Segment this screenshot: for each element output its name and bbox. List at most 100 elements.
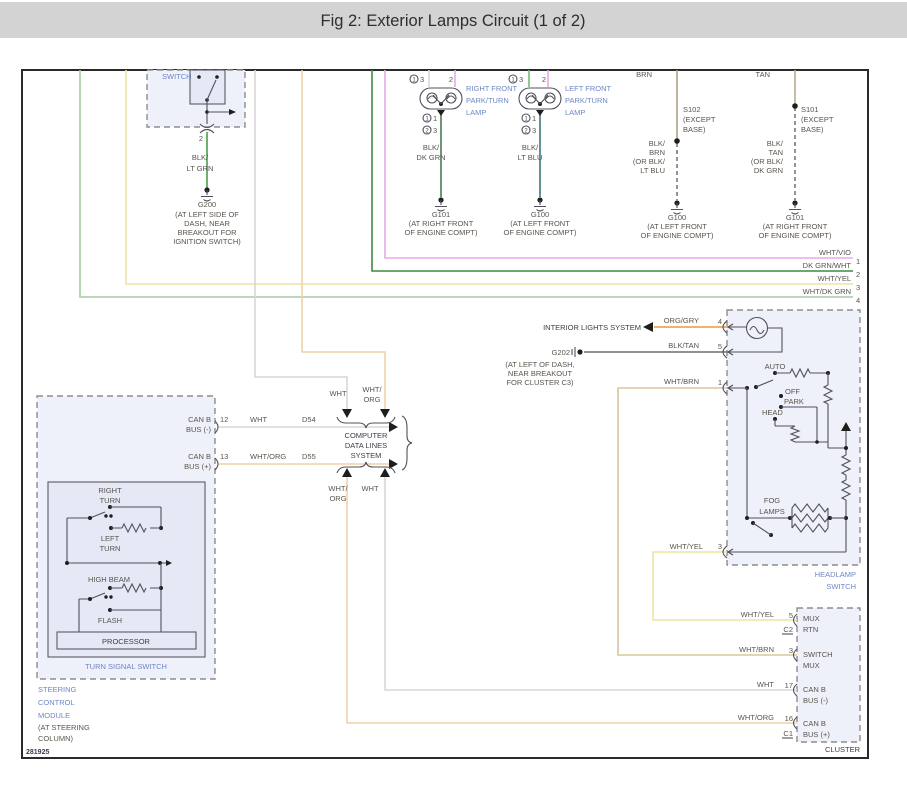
pin-number: 17 [785,681,793,690]
ground-location: OF ENGINE COMPT) [504,228,577,237]
ground-name: G100 [668,213,686,222]
system-label: COMPUTER [345,431,389,440]
wire-label: ORG [363,395,380,404]
ground-location: DASH, NEAR [184,219,230,228]
wire-label: (OR BLK/ [751,157,784,166]
pin-number: 1 [532,114,536,123]
pin-number: 13 [220,452,228,461]
wire-label: DK GRN [416,153,445,162]
wire-label: WHT [361,484,378,493]
switch-position: TURN [100,544,121,553]
wire-label: LT GRN [187,164,214,173]
ignition-switch-label: SWITCH [162,72,192,81]
module-location: COLUMN) [38,734,74,743]
system-label: INTERIOR LIGHTS SYSTEM [543,323,641,332]
pin-number: 5 [718,342,722,351]
lamp-name: LEFT FRONT [565,84,612,93]
wire-label: BRN [649,148,665,157]
wire-label: WHT/BRN [664,377,699,386]
wire-label: WHT/ [328,484,348,493]
terminal-label: D54 [302,415,316,424]
splice-note: BASE) [801,125,824,134]
wire-label: TAN [769,148,783,157]
ground-location: (AT RIGHT FRONT [763,222,828,231]
ground-location: OF ENGINE COMPT) [405,228,478,237]
wire-label: DK GRN [754,166,783,175]
ignition-pin: 2 [199,134,203,143]
splice-note: BASE) [683,125,706,134]
wire-label: (OR BLK/ [633,157,666,166]
switch-position-head: HEAD [762,408,783,417]
wire-label: ORG [329,494,346,503]
connector-label: C2 [783,625,793,634]
pin-number: 1 [433,114,437,123]
fog-lamps-label: FOG [764,496,780,505]
figure-number: 281925 [26,749,49,756]
port-label: SWITCH [803,650,833,659]
bus-number: 2 [856,270,860,279]
switch-position: RIGHT [98,486,122,495]
fog-lamps-label: LAMPS [759,507,784,516]
ground-location: (AT LEFT OF DASH, [505,360,574,369]
splice-note: (EXCEPT [683,115,716,124]
pin-number: 4 [718,317,722,326]
terminal-label: D55 [302,452,316,461]
bus-number: 4 [856,296,860,305]
port-label: MUX [803,614,820,623]
ground-location: OF ENGINE COMPT) [641,231,714,240]
ground-name: G101 [432,210,450,219]
pin-number: 1 [718,378,722,387]
wire-label: BLK/ [522,143,539,152]
switch-position: LEFT [101,534,120,543]
splice-dot [792,103,798,109]
ground-name: G200 [198,200,216,209]
turn-signal-switch-box [47,481,206,658]
wire-label: WHT/ [362,385,382,394]
splice-note: (EXCEPT [801,115,834,124]
module-name: SWITCH [826,582,856,591]
wire-label: WHT/YEL [741,610,774,619]
wire-label: LT BLU [640,166,665,175]
wire-label: ORG/GRY [664,316,699,325]
port-label: BUS (+) [803,730,830,739]
switch-position-auto: AUTO [765,362,786,371]
pin-number: 3 [420,75,424,84]
splice-name: S101 [801,105,819,114]
port-label: CAN B [188,415,211,424]
connector-label: C1 [783,729,793,738]
pin-number: 5 [789,611,793,620]
ground-location: IGNITION SWITCH) [173,237,241,246]
system-label: SYSTEM [351,451,382,460]
lamp-name: PARK/TURN [565,96,608,105]
ground-location: (AT RIGHT FRONT [409,219,474,228]
module-name: CLUSTER [825,745,861,754]
switch-position-park: PARK [784,397,804,406]
pin-number: 3 [519,75,523,84]
pin-number: 3 [718,542,722,551]
pin-number: 12 [220,415,228,424]
port-label: CAN B [188,452,211,461]
bus-number: 3 [856,283,860,292]
page-title: Fig 2: Exterior Lamps Circuit (1 of 2) [321,12,586,30]
splice-name: S102 [683,105,701,114]
ground-location: FOR CLUSTER C3) [506,378,574,387]
wiring-diagram: Fig 2: Exterior Lamps Circuit (1 of 2) S… [0,2,907,759]
module-name: MODULE [38,711,70,720]
port-label: CAN B [803,685,826,694]
pin-number: 2 [449,75,453,84]
wire-label: WHT/DK GRN [803,287,851,296]
ground-location: OF ENGINE COMPT) [759,231,832,240]
wire-label: WHT/ORG [250,452,286,461]
port-label: RTN [803,625,818,634]
port-label: MUX [803,661,820,670]
splice-dot [674,138,680,144]
pin-number: 16 [785,714,793,723]
lamp-name: LAMP [565,108,585,117]
module-name: HEADLAMP [815,570,856,579]
wire-label: WHT [329,389,346,398]
lamp-name: PARK/TURN [466,96,509,105]
port-label: BUS (-) [186,425,212,434]
port-label: BUS (-) [803,696,829,705]
wire-label: WHT/BRN [739,645,774,654]
processor-label: PROCESSOR [102,637,151,646]
